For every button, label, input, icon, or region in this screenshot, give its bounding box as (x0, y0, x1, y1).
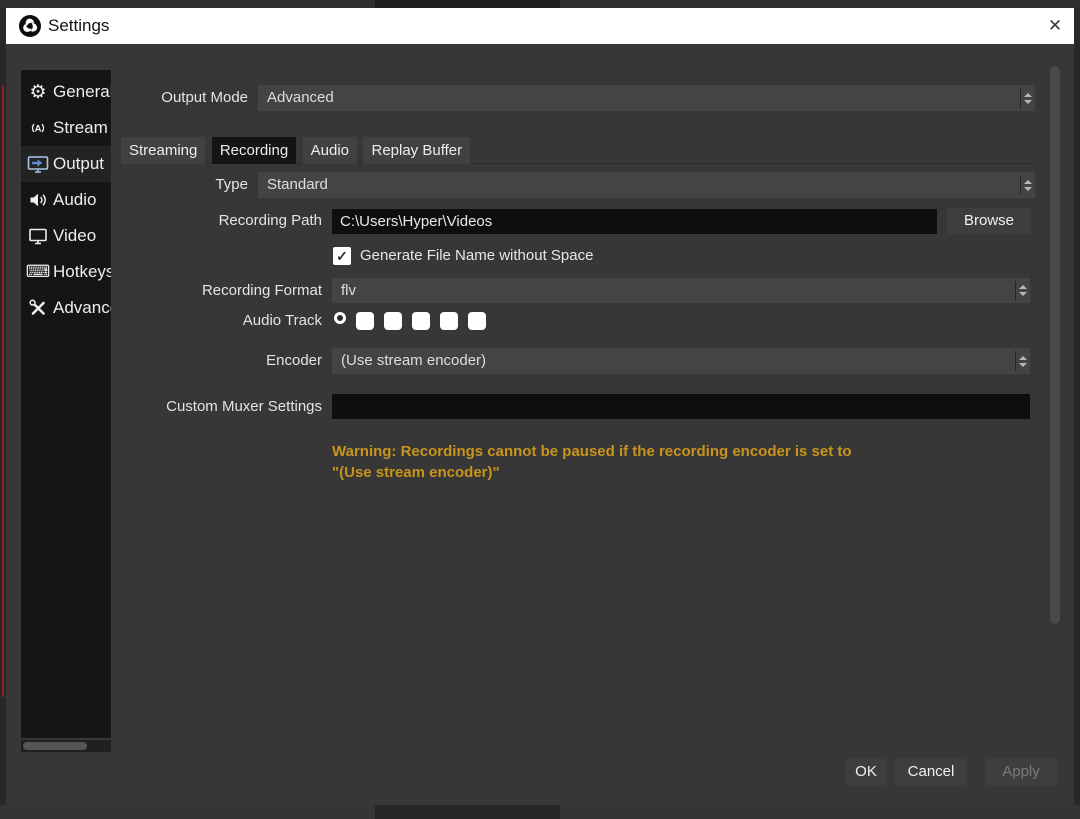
warning-line-1: Warning: Recordings cannot be paused if … (332, 441, 1012, 462)
encoder-label: Encoder (122, 348, 322, 374)
tab-recording[interactable]: Recording (212, 137, 296, 164)
type-select[interactable]: Standard (258, 172, 1035, 198)
audio-track-checkbox-checked[interactable] (468, 312, 486, 330)
sidebar-item-hotkeys[interactable]: ⌨ Hotkeys (21, 254, 111, 290)
warning-text: Warning: Recordings cannot be paused if … (332, 441, 1012, 483)
content-scrollbar-handle[interactable] (1050, 66, 1060, 624)
generate-filename-label: Generate File Name without Space (360, 246, 593, 266)
type-label: Type (80, 172, 248, 198)
close-button[interactable]: ✕ (1036, 8, 1074, 44)
background-block-top (375, 0, 560, 8)
ok-button[interactable]: OK (845, 759, 887, 785)
tab-streaming[interactable]: Streaming (121, 137, 205, 164)
encoder-select[interactable]: (Use stream encoder) (332, 348, 1030, 374)
sidebar-item-label: Advanced (53, 298, 111, 318)
audio-track-label: Audio Track (122, 310, 322, 332)
monitor-icon (26, 225, 50, 247)
type-value: Standard (267, 176, 328, 193)
speaker-icon (26, 189, 50, 211)
sidebar-scrollbar-handle[interactable] (23, 742, 87, 750)
sidebar-item-video[interactable]: Video (21, 218, 111, 254)
output-tabs: Streaming Recording Audio Replay Buffer (121, 137, 1035, 164)
recording-path-label: Recording Path (122, 208, 322, 234)
sidebar: ⚙ General A Stream Out (21, 70, 111, 738)
chevron-up-down-icon (1015, 351, 1030, 371)
obs-logo-icon (18, 14, 42, 38)
browse-button[interactable]: Browse (947, 208, 1031, 234)
sidebar-item-stream[interactable]: A Stream (21, 110, 111, 146)
tab-audio[interactable]: Audio (303, 137, 357, 164)
check-icon: ✓ (336, 248, 348, 264)
audio-track-checkbox-checked[interactable] (356, 312, 374, 330)
generate-filename-checkbox[interactable]: ✓ (333, 247, 351, 265)
custom-muxer-label: Custom Muxer Settings (122, 394, 322, 420)
recording-path-input[interactable]: C:\Users\Hyper\Videos (332, 209, 937, 234)
audio-track-radio[interactable] (334, 312, 346, 324)
svg-text:A: A (35, 124, 42, 135)
sidebar-item-label: Output (53, 154, 104, 174)
output-icon (26, 153, 50, 175)
sidebar-item-label: Stream (53, 118, 108, 138)
chevron-up-down-icon (1020, 175, 1035, 195)
warning-line-2: "(Use stream encoder)" (332, 462, 1012, 483)
apply-button[interactable]: Apply (985, 759, 1057, 785)
audio-track-controls (334, 312, 486, 330)
sidebar-item-advanced[interactable]: Advanced (21, 290, 111, 326)
close-icon: ✕ (1048, 16, 1062, 35)
red-edge-line (2, 85, 4, 697)
custom-muxer-input[interactable] (332, 394, 1030, 419)
titlebar (6, 8, 1074, 44)
encoder-value: (Use stream encoder) (341, 352, 486, 369)
tab-replay-buffer[interactable]: Replay Buffer (363, 137, 470, 164)
cancel-button[interactable]: Cancel (895, 759, 967, 785)
background-block-bottom (375, 805, 560, 819)
audio-track-checkbox-checked[interactable] (384, 312, 402, 330)
background-strip-right (1074, 8, 1080, 805)
recording-format-value: flv (341, 282, 356, 299)
tools-icon (26, 297, 50, 319)
output-mode-value: Advanced (267, 89, 334, 106)
keyboard-icon: ⌨ (26, 261, 50, 283)
chevron-up-down-icon (1015, 281, 1030, 300)
audio-track-checkbox-checked[interactable] (412, 312, 430, 330)
recording-format-select[interactable]: flv (332, 278, 1030, 303)
window-title: Settings (48, 8, 109, 44)
broadcast-icon: A (26, 117, 50, 139)
recording-format-label: Recording Format (122, 278, 322, 304)
sidebar-item-label: Video (53, 226, 96, 246)
output-mode-select[interactable]: Advanced (258, 85, 1035, 111)
gear-icon: ⚙ (26, 81, 50, 103)
sidebar-item-label: Hotkeys (53, 262, 111, 282)
settings-window: Settings ✕ ⚙ General A Stream (0, 0, 1080, 819)
output-mode-label: Output Mode (80, 85, 248, 111)
chevron-up-down-icon (1020, 88, 1035, 108)
audio-track-checkbox-checked[interactable] (440, 312, 458, 330)
